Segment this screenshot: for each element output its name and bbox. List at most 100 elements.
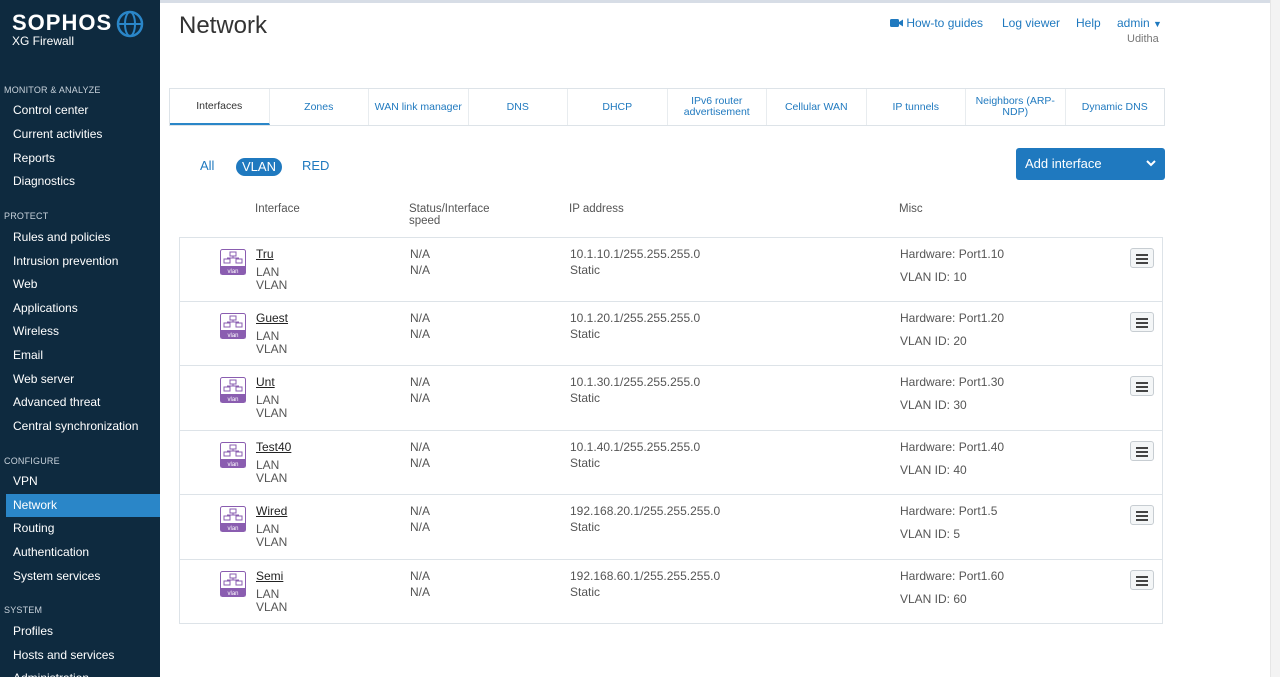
menu-line-icon: [1136, 258, 1148, 260]
vlan-id: VLAN ID: 5: [900, 527, 961, 541]
interface-name-link[interactable]: Tru: [256, 247, 274, 261]
sidebar-item-rules-and-policies[interactable]: Rules and policies: [6, 226, 160, 249]
tab-ip-tunnels[interactable]: IP tunnels: [867, 89, 966, 125]
sidebar-item-profiles[interactable]: Profiles: [6, 620, 160, 643]
interface-name-link[interactable]: Unt: [256, 375, 275, 389]
tab-interfaces[interactable]: Interfaces: [170, 89, 270, 125]
top-border: [160, 0, 1280, 3]
interface-zone: LAN: [256, 328, 280, 343]
interface-type: VLAN: [256, 406, 288, 420]
help-link[interactable]: Help: [1076, 16, 1101, 30]
row-menu-button[interactable]: [1130, 569, 1154, 590]
sidebar-item-network[interactable]: Network: [6, 494, 160, 517]
sidebar: SOPHOS XG Firewall MONITOR & ANALYZE Con…: [0, 0, 160, 677]
menu-line-icon: [1136, 575, 1148, 578]
interface-status: N/A: [410, 375, 431, 389]
sidebar-item-administration[interactable]: Administration: [6, 667, 160, 677]
sidebar-item-email[interactable]: Email: [6, 344, 160, 367]
row-menu-button[interactable]: [1130, 311, 1154, 332]
sidebar-item-central-synchronization[interactable]: Central synchronization: [6, 415, 160, 438]
filter-all[interactable]: All: [200, 158, 214, 173]
chevron-down-icon: [1146, 160, 1156, 167]
menu-line-icon: [1136, 583, 1148, 586]
row-menu-button[interactable]: [1130, 440, 1154, 461]
admin-label: admin: [1117, 16, 1150, 30]
ip-address: 192.168.60.1/255.255.255.0: [570, 568, 721, 583]
table-row[interactable]: vlan Unt LAN VLAN N/A N/A 10.1.30.1/255.255.25…: [179, 366, 1163, 431]
tab-neighbors[interactable]: Neighbors (ARP-NDP): [966, 89, 1066, 125]
sidebar-item-system-services[interactable]: System services: [6, 565, 160, 588]
menu-line-icon: [1136, 262, 1148, 264]
vlan-icon-label: vlan: [227, 591, 238, 597]
tab-dynamic-dns[interactable]: Dynamic DNS: [1066, 89, 1165, 125]
nav-section-monitor: MONITOR & ANALYZE: [4, 85, 101, 95]
scrollbar[interactable]: [1270, 0, 1280, 677]
sidebar-item-web-server[interactable]: Web server: [6, 368, 160, 391]
ip-mode: Static: [570, 263, 601, 277]
ip-address: 10.1.10.1/255.255.255.0: [570, 247, 701, 261]
brand-logo: SOPHOS XG Firewall: [12, 10, 112, 48]
sidebar-item-wireless[interactable]: Wireless: [6, 320, 160, 343]
table-row[interactable]: vlan Semi LAN VLAN N/A N/A 192.168.60.1/255.25…: [179, 559, 1163, 624]
sidebar-item-authentication[interactable]: Authentication: [6, 541, 160, 564]
ip-address: 192.168.20.1/255.255.255.0: [570, 504, 721, 518]
hardware-port: Hardware: Port1.60: [900, 568, 1005, 583]
tab-dns[interactable]: DNS: [469, 89, 568, 125]
tab-zones[interactable]: Zones: [270, 89, 369, 125]
interface-type: VLAN: [256, 599, 288, 614]
ip-address: 10.1.30.1/255.255.255.0: [570, 375, 701, 389]
how-to-guides-link[interactable]: How-to guides: [890, 16, 983, 30]
table-row[interactable]: vlan Wired LAN VLAN N/A N/A 192.168.20.1/255.2…: [179, 495, 1163, 560]
tab-ipv6-router-advertisement[interactable]: IPv6 router advertisement: [668, 89, 767, 125]
tab-dhcp[interactable]: DHCP: [568, 89, 668, 125]
table-row[interactable]: vlan Guest LAN VLAN N/A N/A 10.1.20.1/255.255.…: [179, 301, 1163, 366]
table-row[interactable]: vlan Tru LAN VLAN N/A N/A 10.1.10.1/255.255.25…: [179, 237, 1163, 302]
sidebar-item-applications[interactable]: Applications: [6, 297, 160, 320]
hardware-port: Hardware: Port1.10: [900, 247, 1005, 261]
interface-type: VLAN: [256, 278, 288, 292]
page-title: Network: [179, 12, 268, 39]
vlan-id: VLAN ID: 60: [900, 591, 967, 606]
interface-speed: N/A: [410, 263, 431, 277]
admin-menu[interactable]: admin ▼: [1117, 16, 1162, 30]
interface-name-link[interactable]: Guest: [256, 311, 288, 325]
tab-cellular-wan[interactable]: Cellular WAN: [767, 89, 867, 125]
vlan-icon: vlan: [220, 377, 246, 403]
interface-type: VLAN: [256, 341, 288, 356]
add-interface-button[interactable]: Add interface: [1016, 148, 1165, 180]
vlan-icon: vlan: [220, 312, 246, 339]
log-viewer-link[interactable]: Log viewer: [1002, 16, 1060, 30]
ip-address: 10.1.40.1/255.255.255.0: [570, 439, 701, 454]
nav-section-configure: CONFIGURE: [4, 456, 60, 466]
row-menu-button[interactable]: [1130, 248, 1154, 268]
row-menu-button[interactable]: [1130, 376, 1154, 396]
interface-name-link[interactable]: Semi: [256, 569, 283, 583]
tab-wan-link-manager[interactable]: WAN link manager: [369, 89, 469, 125]
menu-line-icon: [1136, 382, 1148, 384]
sidebar-item-current-activities[interactable]: Current activities: [6, 123, 160, 146]
sidebar-item-intrusion-prevention[interactable]: Intrusion prevention: [6, 250, 160, 273]
sidebar-item-reports[interactable]: Reports: [6, 147, 160, 170]
vlan-icon-label: vlan: [227, 397, 238, 403]
filter-red[interactable]: RED: [302, 158, 329, 173]
filter-vlan[interactable]: VLAN: [236, 158, 282, 176]
sidebar-item-routing[interactable]: Routing: [6, 517, 160, 540]
menu-line-icon: [1136, 446, 1148, 449]
table-row[interactable]: vlan Test40 LAN VLAN N/A N/A 10.1.40.1/255.255…: [179, 430, 1163, 495]
sidebar-item-vpn[interactable]: VPN: [6, 470, 160, 493]
interface-name-link[interactable]: Test40: [256, 440, 291, 454]
ip-address: 10.1.20.1/255.255.255.0: [570, 310, 701, 325]
how-to-guides-label: How-to guides: [906, 16, 984, 30]
sidebar-item-diagnostics[interactable]: Diagnostics: [6, 170, 160, 193]
row-menu-button[interactable]: [1130, 505, 1154, 525]
menu-line-icon: [1136, 254, 1148, 256]
interface-speed: N/A: [410, 520, 431, 534]
vlan-icon: vlan: [220, 249, 246, 275]
sidebar-item-web[interactable]: Web: [6, 273, 160, 296]
sidebar-item-advanced-threat[interactable]: Advanced threat: [6, 391, 160, 414]
sidebar-item-control-center[interactable]: Control center: [6, 99, 160, 122]
nav-section-protect: PROTECT: [4, 211, 49, 221]
vlan-id: VLAN ID: 40: [900, 462, 967, 477]
interface-name-link[interactable]: Wired: [256, 504, 287, 518]
sidebar-item-hosts-and-services[interactable]: Hosts and services: [6, 644, 160, 667]
